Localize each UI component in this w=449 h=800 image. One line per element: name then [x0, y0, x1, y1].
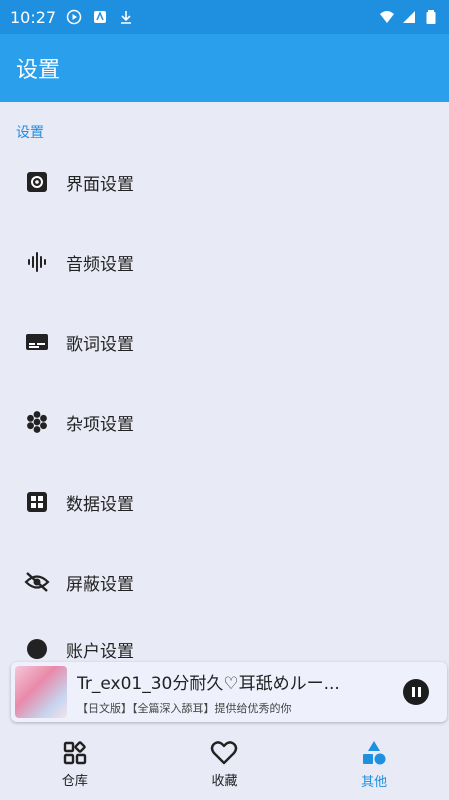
mini-player[interactable]: Tr_ex01_30分耐久♡耳舐めルー... 【日文版】【全篇深入舔耳】提供给优…: [11, 662, 447, 722]
setting-item-misc[interactable]: 杂项设置: [0, 382, 449, 462]
setting-item-account[interactable]: 账户设置: [0, 622, 449, 662]
nav-label: 其他: [361, 774, 388, 790]
setting-label: 屏蔽设置: [66, 574, 134, 595]
app-notification-icon: [94, 11, 107, 23]
app-bar: 设置: [0, 34, 449, 102]
setting-label: 杂项设置: [66, 414, 134, 435]
shapes-icon: [363, 740, 386, 764]
nav-other[interactable]: 其他: [314, 739, 434, 790]
nav-library[interactable]: 仓库: [15, 740, 135, 789]
battery-icon: [426, 10, 436, 24]
pause-icon: [411, 687, 415, 697]
setting-label: 数据设置: [66, 494, 134, 515]
gear-icon: [24, 169, 50, 195]
setting-item-block[interactable]: 屏蔽设置: [0, 542, 449, 622]
bottom-nav: 仓库 收藏 其他: [0, 728, 449, 800]
pause-icon: [417, 687, 421, 697]
setting-label: 界面设置: [66, 174, 134, 195]
hexagon-cluster-icon: [24, 409, 50, 435]
page-title: 设置: [16, 58, 61, 83]
setting-label: 音频设置: [66, 254, 134, 275]
settings-list: 界面设置 音频设置 歌词设置 杂项设置 数据设置 屏蔽设置 账户设置: [0, 142, 449, 662]
track-subtitle: 【日文版】【全篇深入舔耳】提供给优秀的你: [77, 701, 292, 715]
heart-icon: [211, 740, 238, 764]
setting-item-lyrics[interactable]: 歌词设置: [0, 302, 449, 382]
nav-favorites[interactable]: 收藏: [164, 740, 284, 789]
section-title: 设置: [16, 125, 44, 141]
wifi-icon: [380, 11, 394, 23]
nav-label: 仓库: [61, 773, 88, 789]
setting-item-data[interactable]: 数据设置: [0, 462, 449, 542]
subtitles-icon: [24, 329, 50, 355]
setting-label: 歌词设置: [66, 334, 134, 355]
setting-label: 账户设置: [66, 642, 134, 662]
status-bar: 10:27: [0, 0, 449, 34]
account-icon: [24, 636, 50, 662]
track-title: Tr_ex01_30分耐久♡耳舐めルー...: [77, 673, 340, 694]
setting-item-interface[interactable]: 界面设置: [0, 142, 449, 222]
status-time: 10:27: [10, 7, 57, 27]
library-icon: [63, 740, 87, 764]
grid-icon: [24, 489, 50, 515]
download-icon: [121, 11, 132, 24]
pause-button[interactable]: [403, 679, 429, 705]
nav-label: 收藏: [211, 773, 238, 789]
album-cover[interactable]: [15, 666, 67, 718]
play-circle-icon: [66, 9, 82, 25]
eye-off-icon: [24, 569, 50, 595]
audio-wave-icon: [24, 249, 50, 275]
setting-item-audio[interactable]: 音频设置: [0, 222, 449, 302]
signal-icon: [403, 11, 415, 23]
